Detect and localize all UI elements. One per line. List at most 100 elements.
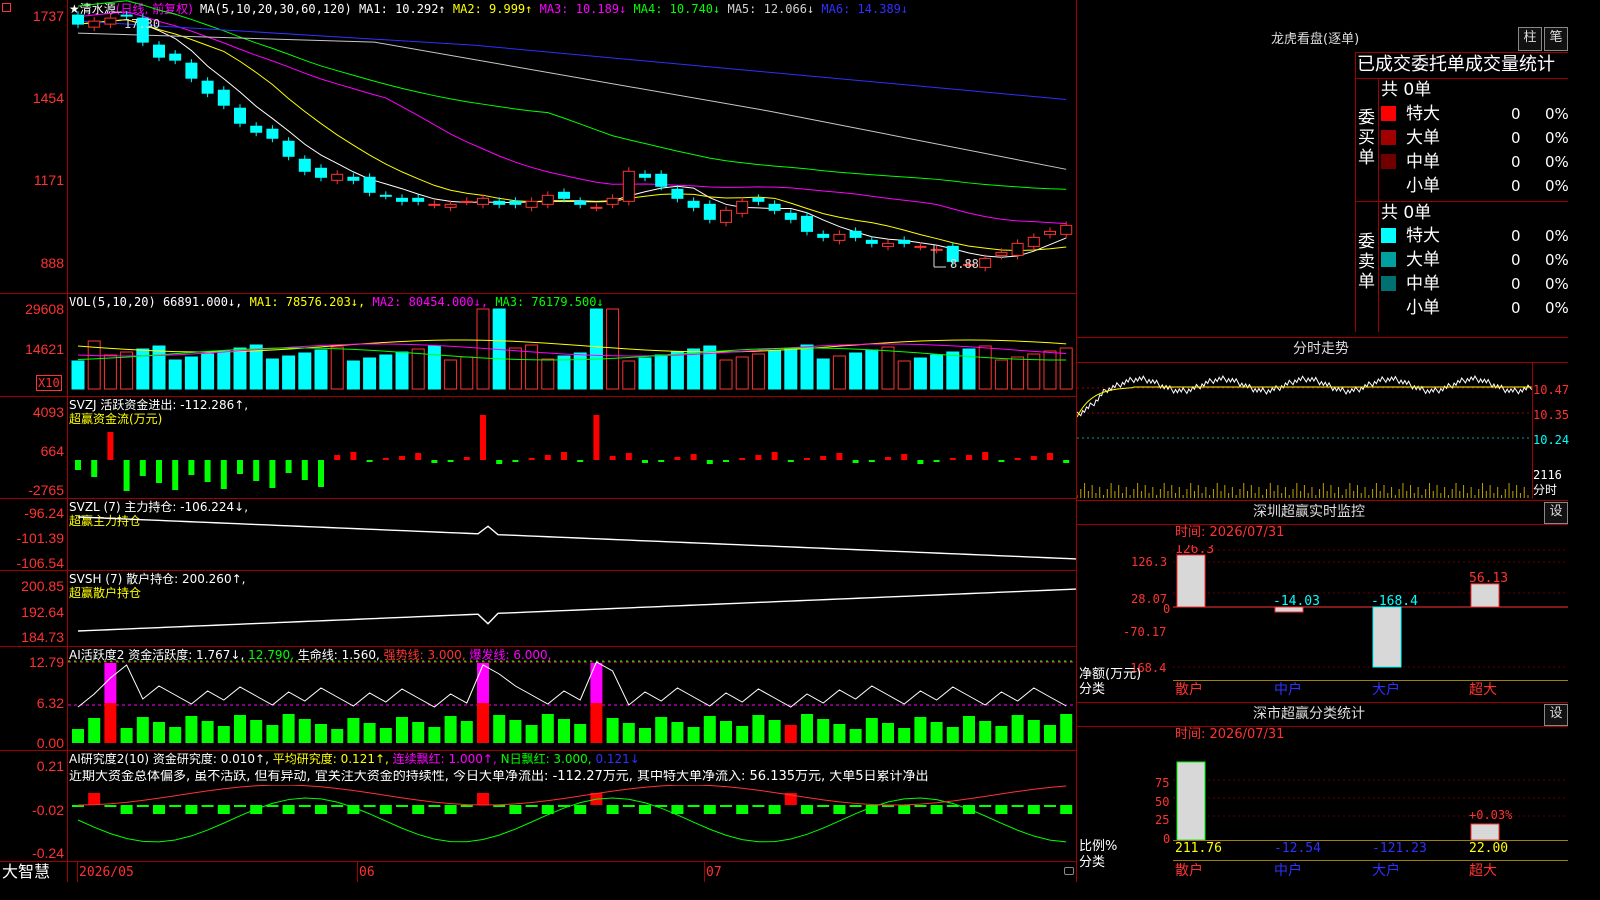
flow-bar xyxy=(561,452,567,460)
volume-bar xyxy=(201,353,215,390)
sz-monitor-chart[interactable]: 126.3 -14.03 -168.4 56.13 xyxy=(1173,545,1568,680)
volume-chart[interactable] xyxy=(68,294,1076,396)
research-bar xyxy=(525,805,538,807)
flow-bar xyxy=(982,452,989,460)
ai-research-chart[interactable] xyxy=(68,785,1076,861)
flow-bar xyxy=(220,460,227,489)
sz-class-chart[interactable] xyxy=(1173,750,1568,840)
candle xyxy=(1044,230,1056,235)
active-bar xyxy=(282,714,295,743)
active-bar xyxy=(558,719,570,743)
flow-bar xyxy=(334,455,341,460)
active-bar xyxy=(930,722,943,743)
research-bar xyxy=(801,805,813,814)
order-row: 小单 0 0% xyxy=(1381,174,1569,198)
svsh-chart[interactable] xyxy=(68,571,1076,646)
right-panel: 龙虎看盘(逐单) 柱 笔 已成交委托单成交量统计 委买单 共 0单 特大 0 0% 大… xyxy=(1077,0,1569,882)
active-bar xyxy=(266,725,279,743)
price-axis-4: 888 xyxy=(40,255,64,271)
sz-monitor-settings-button[interactable]: 设 xyxy=(1544,502,1568,524)
bar-view-button[interactable]: 柱 xyxy=(1518,27,1542,51)
candle xyxy=(865,239,878,244)
burst-bar xyxy=(104,663,117,703)
buy-group-label: 委买单 xyxy=(1358,108,1375,168)
candle xyxy=(574,200,587,205)
flow-bar xyxy=(901,454,908,460)
svzl-chart[interactable] xyxy=(68,499,1076,570)
research-bar xyxy=(720,805,732,807)
active-bar xyxy=(1060,714,1073,743)
research-bar xyxy=(995,805,1008,814)
active-bar xyxy=(1011,715,1024,743)
volume-bar xyxy=(136,348,150,390)
intraday-time-label: 分时 xyxy=(1533,483,1558,497)
flow-bar xyxy=(91,460,98,477)
volume-bar xyxy=(573,352,587,390)
order-type: 中单 xyxy=(1406,274,1440,294)
order-type: 大单 xyxy=(1406,250,1440,270)
sell-rows: 特大 0 0% 大单 0 0% 中单 0 0% 小单 0 0% xyxy=(1381,224,1569,322)
candle xyxy=(752,197,765,202)
volume-bar xyxy=(233,347,247,390)
sz-monitor-axis-3: 0 xyxy=(1163,602,1171,616)
active-bar xyxy=(363,723,376,743)
active-bar xyxy=(298,719,311,743)
active-bar xyxy=(946,727,959,743)
flow-bar xyxy=(285,460,292,473)
candle xyxy=(817,233,830,238)
price-axis-2: 1454 xyxy=(32,90,64,106)
flow-bar xyxy=(188,460,195,475)
volume-bar xyxy=(427,345,441,390)
ai-active-axis-2: 6.32 xyxy=(36,695,64,711)
legend-swatch xyxy=(1381,228,1396,243)
tick-view-button[interactable]: 笔 xyxy=(1544,27,1568,51)
flow-bar xyxy=(528,458,535,460)
candle xyxy=(995,251,1008,256)
order-type: 特大 xyxy=(1406,226,1440,246)
sz-class-ylabel: 比例% xyxy=(1079,839,1118,854)
active-bar xyxy=(963,716,975,743)
candle xyxy=(833,233,846,241)
research-bar xyxy=(104,805,117,807)
flow-bar xyxy=(123,460,130,491)
flow-bar xyxy=(885,457,891,460)
dragon-section-title: 已成交委托单成交量统计 xyxy=(1357,54,1555,75)
sz-monitor-ylabel: 净额(万元) xyxy=(1079,667,1142,682)
intraday-axis-4: 2116 xyxy=(1533,468,1562,482)
flow-bar xyxy=(544,455,551,460)
class-bar xyxy=(1176,761,1206,840)
flow-bar xyxy=(723,460,729,462)
ai-active-chart[interactable] xyxy=(68,647,1076,750)
lock-icon[interactable] xyxy=(1064,867,1074,875)
candlestick-chart[interactable] xyxy=(68,0,1076,293)
svzj-chart[interactable] xyxy=(68,397,1076,498)
sz-monitor-cat-4: 超大 xyxy=(1469,682,1497,698)
flow-bar xyxy=(577,460,584,462)
volume-bar xyxy=(735,356,749,390)
sz-class-axis-3: 25 xyxy=(1155,813,1170,827)
sz-class-settings-button[interactable]: 设 xyxy=(1544,704,1568,726)
sz-class-val-4: 22.00 xyxy=(1469,841,1509,856)
sz-monitor-axis-2: 28.07 xyxy=(1131,592,1168,606)
left-chart-area[interactable]: ★清水源(日线, 前复权) MA(5,10,20,30,60,120) MA1:… xyxy=(0,0,1077,882)
research-bar xyxy=(217,805,230,814)
ma-line-3 xyxy=(77,11,1067,225)
net-bar xyxy=(1470,583,1500,608)
flow-bar xyxy=(674,457,681,460)
candle xyxy=(1011,242,1024,256)
candle xyxy=(622,170,635,202)
sz-class-title: 深市超赢分类统计 xyxy=(1253,706,1365,722)
ai-active-axis-3: 0.00 xyxy=(36,735,64,751)
flow-bar xyxy=(755,455,762,460)
research-bar xyxy=(363,805,376,807)
ma-line-6 xyxy=(77,20,1067,101)
active-bar xyxy=(687,727,700,743)
intraday-title: 分时走势 xyxy=(1293,341,1349,357)
sz-class-pct: +0.03% xyxy=(1469,808,1513,822)
flow-bar xyxy=(1063,460,1070,463)
active-bar xyxy=(185,716,198,743)
sz-class-val-2: -12.54 xyxy=(1274,841,1321,856)
sz-monitor-xtitle: 分类 xyxy=(1079,682,1106,697)
intraday-chart[interactable] xyxy=(1077,363,1533,499)
volume-bar xyxy=(962,348,976,390)
